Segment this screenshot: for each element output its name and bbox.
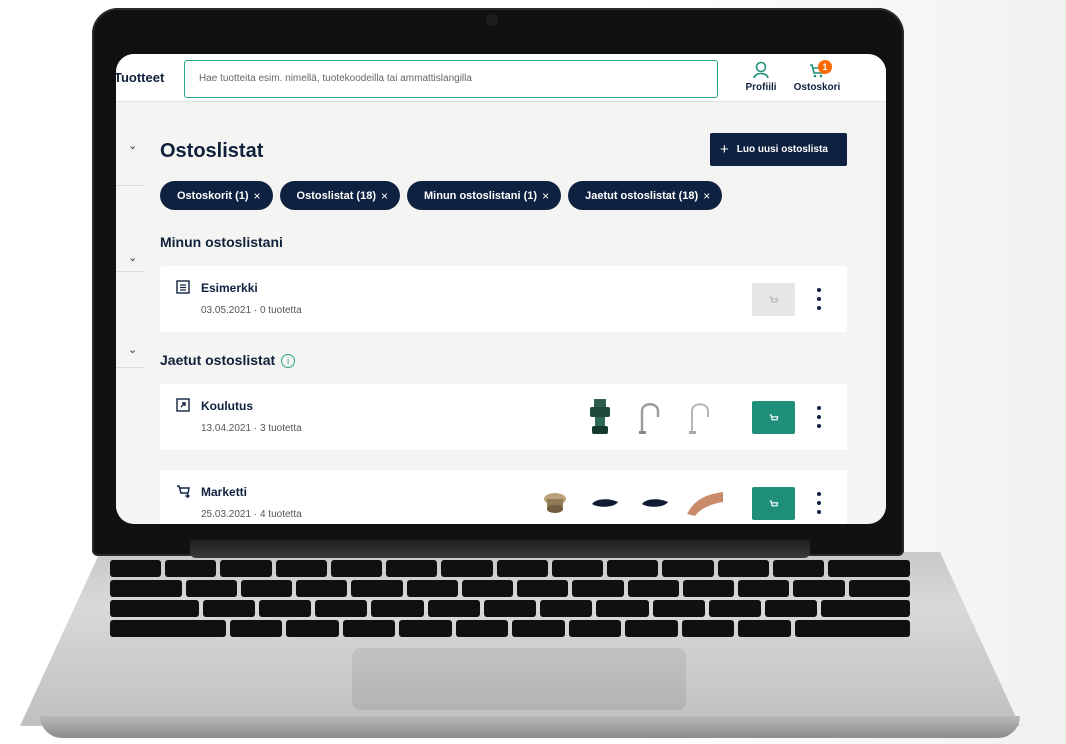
app-screen: Tuotteet Hae tuotteita esim. nimellä, tu… (116, 54, 886, 524)
nav-products-link[interactable]: Tuotteet (116, 70, 164, 85)
cart-icon (769, 413, 778, 420)
cart-icon (769, 499, 778, 506)
list-item[interactable]: Marketti 25.03.2021 · 4 tuotetta (160, 470, 847, 524)
chevron-down-icon[interactable]: ⌄ (128, 139, 137, 152)
filter-chips: Ostoskorit (1) × Ostoslistat (18) × Minun … (160, 181, 723, 210)
list-name[interactable]: Esimerkki (201, 281, 258, 295)
info-icon[interactable]: i (281, 354, 296, 368)
meta-separator: · (253, 509, 258, 520)
list-meta: 03.05.2021 · 0 tuotetta (201, 305, 302, 316)
shared-cart-icon (177, 485, 190, 498)
section-title-shared: Jaetut ostoslistat i (160, 352, 296, 368)
brass-nut-thumbnail (534, 482, 576, 524)
list-item[interactable]: Esimerkki 03.05.2021 · 0 tuotetta (160, 266, 847, 332)
close-icon[interactable]: × (703, 189, 710, 203)
more-options-icon[interactable] (816, 406, 822, 428)
shared-list-icon (176, 398, 190, 412)
meta-separator: · (253, 305, 258, 316)
list-date: 25.03.2021 (201, 509, 252, 520)
laptop-base-edge (40, 716, 1020, 738)
close-icon[interactable]: × (381, 189, 388, 203)
more-options-icon[interactable] (816, 492, 822, 514)
pipe-fitting-thumbnail (579, 396, 621, 438)
top-bar: Tuotteet Hae tuotteita esim. nimellä, tu… (116, 54, 886, 102)
close-icon[interactable]: × (254, 189, 261, 203)
profile-icon (753, 61, 769, 79)
list-meta: 25.03.2021 · 4 tuotetta (201, 509, 302, 520)
cart-label: Ostoskori (793, 82, 841, 93)
black-part-thumbnail (634, 482, 676, 524)
cart-button[interactable]: Ostoskori 1 (792, 60, 842, 93)
profile-button[interactable]: Profiili (736, 60, 786, 93)
faucet-thumbnail (679, 396, 721, 438)
filter-chip-label: Jaetut ostoslistat (18) (585, 189, 699, 202)
list-date: 03.05.2021 (201, 305, 252, 316)
sidebar-divider (116, 367, 144, 368)
product-thumbnails (579, 396, 721, 438)
laptop-trackpad (352, 648, 686, 710)
list-name[interactable]: Marketti (201, 485, 247, 499)
sidebar-divider (116, 185, 144, 186)
list-item[interactable]: Koulutus 13.04.2021 · 3 tuotetta (160, 384, 847, 450)
search-input[interactable]: Hae tuotteita esim. nimellä, tuotekoodei… (184, 60, 718, 98)
filter-chip[interactable]: Minun ostoslistani (1) × (407, 181, 562, 210)
filter-chip[interactable]: Jaetut ostoslistat (18) × (568, 181, 723, 210)
section-title-mine: Minun ostoslistani (160, 234, 283, 250)
section-title-shared-text: Jaetut ostoslistat (160, 352, 276, 368)
plus-icon: + (720, 141, 729, 158)
add-to-cart-button[interactable] (752, 401, 795, 434)
profile-label: Profiili (745, 82, 777, 93)
copper-pipe-thumbnail (684, 482, 726, 524)
filter-chip[interactable]: Ostoskorit (1) × (160, 181, 273, 210)
faucet-thumbnail (629, 396, 671, 438)
list-count: 4 tuotetta (259, 509, 302, 520)
list-name[interactable]: Koulutus (201, 399, 253, 413)
chevron-down-icon[interactable]: ⌄ (128, 343, 137, 356)
new-list-button[interactable]: + Luo uusi ostoslista (710, 133, 847, 166)
list-date: 13.04.2021 (201, 423, 252, 434)
chevron-down-icon[interactable]: ⌄ (128, 251, 137, 264)
cart-icon (769, 295, 778, 302)
sidebar-divider (116, 271, 144, 272)
laptop-keyboard (110, 560, 911, 642)
list-icon (176, 280, 190, 294)
cart-count-badge: 1 (818, 60, 832, 74)
filter-chip-label: Ostoslistat (18) (296, 189, 376, 202)
meta-separator: · (253, 423, 258, 434)
list-count: 0 tuotetta (259, 305, 302, 316)
laptop-hinge (190, 540, 810, 558)
sidebar-filters: ⌄ ⌄ ⌄ (116, 103, 144, 524)
add-to-cart-button[interactable] (752, 487, 795, 520)
list-meta: 13.04.2021 · 3 tuotetta (201, 423, 302, 434)
filter-chip-label: Ostoskorit (1) (177, 189, 249, 202)
laptop-photo: Tuotteet Hae tuotteita esim. nimellä, tu… (0, 0, 1066, 744)
more-options-icon[interactable] (816, 288, 822, 310)
product-thumbnails (534, 482, 726, 524)
add-to-cart-button[interactable] (752, 283, 795, 316)
filter-chip-label: Minun ostoslistani (1) (424, 189, 538, 202)
filter-chip[interactable]: Ostoslistat (18) × (279, 181, 401, 210)
new-list-label: Luo uusi ostoslista (736, 144, 828, 155)
close-icon[interactable]: × (542, 189, 549, 203)
list-count: 3 tuotetta (259, 423, 302, 434)
page-title: Ostoslistat (160, 140, 264, 162)
black-part-thumbnail (584, 482, 626, 524)
